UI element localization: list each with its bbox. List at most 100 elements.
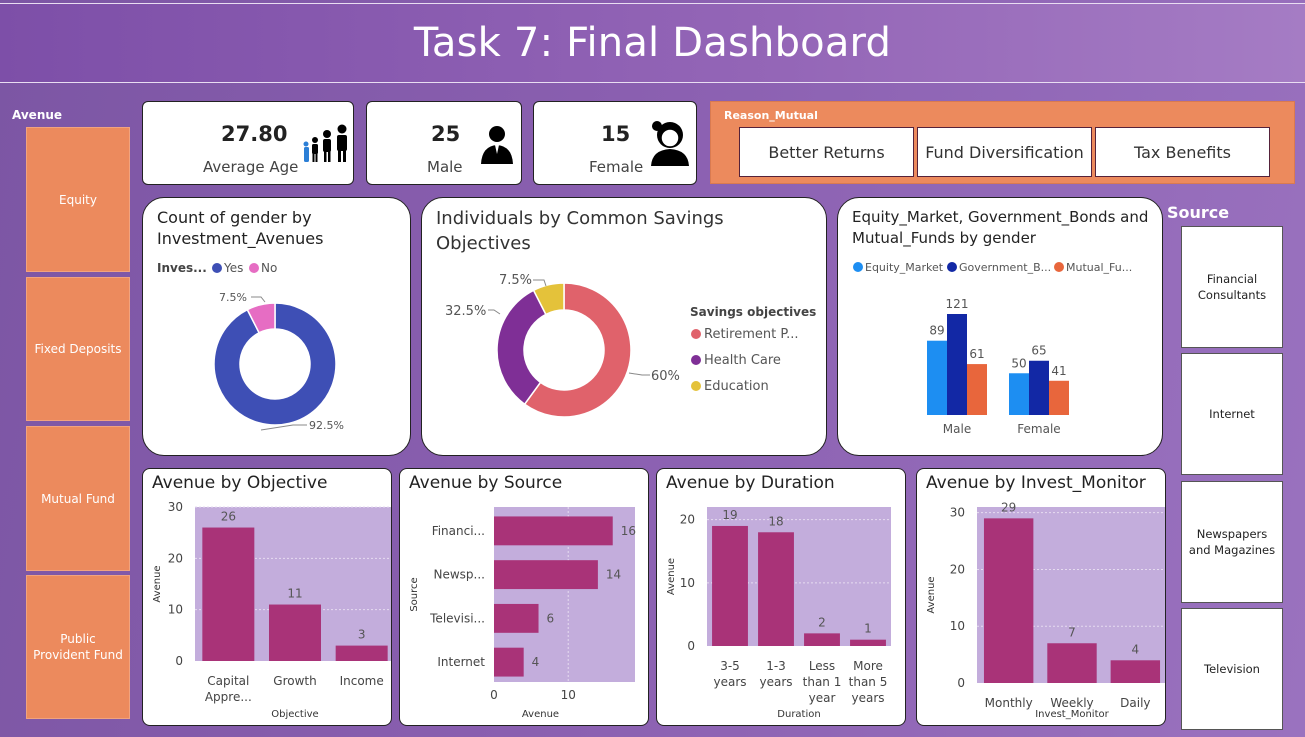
legend-title: Inves... [157, 261, 207, 275]
source-item-newspapers-and-magazines[interactable]: Newspapers and Magazines [1181, 481, 1283, 603]
data-label-education: 7.5% [499, 273, 532, 288]
bar-male-1[interactable] [947, 314, 967, 415]
data-label: 18 [768, 514, 783, 528]
bar-chart: 0 10 16 Financi... 14 Newsp... 6 Televisi... 4 In… [409, 507, 636, 720]
leader-line-no [251, 296, 266, 303]
avenue-slicer-label: Avenue [12, 108, 63, 122]
data-label-health: 32.5% [445, 304, 486, 319]
bar[interactable] [494, 560, 598, 590]
bar-male-2[interactable] [967, 364, 987, 415]
reason-fund-diversification[interactable]: Fund Diversification [917, 127, 1092, 177]
man-icon [481, 126, 513, 164]
bar[interactable] [1110, 660, 1161, 683]
bar-chart: 0 10 20 30 26 Capital Appre... 11 Growth 3 Income O… [152, 500, 391, 720]
y-tick-label: Televisi... [429, 611, 485, 625]
data-label-no: 7.5% [219, 291, 247, 304]
bar[interactable] [494, 647, 524, 677]
bar[interactable] [712, 525, 748, 646]
page-title: Task 7: Final Dashboard [413, 20, 892, 66]
bar-female-2[interactable] [1049, 380, 1069, 415]
y-axis-title: Source [409, 577, 420, 611]
avenue-item-fixed-deposits[interactable]: Fixed Deposits [26, 277, 130, 421]
bar[interactable] [202, 527, 255, 661]
avenue-item-equity[interactable]: Equity [26, 127, 130, 272]
bar-chart: 0 10 20 19 3-5 years 18 1-3 years 2 Less than 1 year… [666, 507, 891, 720]
x-tick-label: Income [340, 674, 384, 688]
legend-govt: Government_B... [959, 261, 1051, 274]
bar[interactable] [269, 604, 321, 661]
source-slicer-label: Source [1167, 203, 1230, 222]
y-tick-label: 0 [957, 676, 965, 690]
data-label: 50 [1011, 356, 1026, 370]
reason-better-returns[interactable]: Better Returns [739, 127, 914, 177]
bar-female-0[interactable] [1009, 373, 1029, 415]
y-axis-title: Avenue [152, 565, 163, 602]
data-label: 29 [1001, 500, 1016, 514]
data-label: 7 [1068, 625, 1076, 639]
bar[interactable] [758, 532, 794, 646]
y-tick-label: 0 [687, 639, 695, 653]
data-label: 6 [547, 611, 555, 625]
bar-chart: 0 10 20 30 29 Monthly 7 Weekly 4 Daily Invest_Moni… [926, 500, 1165, 720]
legend-dot-yes [212, 263, 222, 273]
donut-savings: 60% 32.5% 7.5% Savings objectives Retire… [445, 273, 816, 418]
bar[interactable] [983, 518, 1034, 683]
bar-male-0[interactable] [927, 340, 947, 415]
legend-dot-retirement [691, 329, 701, 339]
y-tick-label: Internet [437, 655, 485, 669]
y-tick-label: 30 [168, 500, 183, 514]
reason-tax-benefits[interactable]: Tax Benefits [1095, 127, 1270, 177]
y-tick-label: 20 [168, 551, 183, 565]
category-label: Male [943, 422, 971, 436]
data-label: 19 [722, 508, 737, 522]
avenue-item-public-provident-fund[interactable]: Public Provident Fund [26, 575, 130, 719]
legend-dot-equity [853, 262, 863, 272]
data-label: 4 [532, 655, 540, 669]
x-axis-title: Duration [777, 709, 820, 720]
donut-gender: Inves... Yes No 92.5% 7.5% [157, 261, 344, 432]
x-tick-label: Less than 1 year [803, 659, 842, 705]
legend-education: Education [704, 379, 769, 394]
family-icon [303, 124, 347, 162]
chart-avenue-monitor: Avenue by Invest_Monitor 0 10 20 30 29 Monthl… [916, 468, 1166, 726]
x-axis-title: Avenue [522, 709, 559, 720]
bar[interactable] [804, 633, 840, 646]
data-label: 61 [969, 347, 984, 361]
x-axis-title: Objective [271, 709, 318, 720]
data-label-retirement: 60% [651, 369, 680, 384]
y-tick-label: Newsp... [434, 568, 486, 582]
grouped-bar-chart: Equity_Market Government_B... Mutual_Fu.… [853, 261, 1132, 436]
chart-savings-objectives: Individuals by Common Savings Objectives… [421, 197, 827, 456]
reason-mutual-label: Reason_Mutual [724, 109, 818, 122]
y-axis-title: Avenue [926, 576, 937, 613]
source-item-internet[interactable]: Internet [1181, 353, 1283, 475]
data-label: 11 [287, 587, 302, 601]
bar[interactable] [850, 639, 886, 646]
kpi-male: 25 Male [366, 101, 522, 185]
reason-mutual-slicer: Reason_Mutual Better Returns Fund Divers… [710, 101, 1295, 184]
legend-mutual: Mutual_Fu... [1066, 261, 1132, 274]
y-tick-label: 20 [680, 513, 695, 527]
bar[interactable] [1047, 643, 1097, 683]
bar[interactable] [494, 516, 613, 546]
legend-yes: Yes [223, 261, 243, 275]
y-tick-label: 20 [950, 562, 965, 576]
kpi-male-label: Male [427, 158, 463, 176]
x-tick-label: 0 [490, 688, 498, 702]
data-label-yes: 92.5% [309, 419, 344, 432]
bar[interactable] [335, 645, 388, 661]
x-tick-label: 10 [561, 688, 576, 702]
kpi-female: 15 Female [533, 101, 697, 185]
data-label: 26 [221, 510, 236, 524]
chart-instruments-gender: Equity_Market, Government_Bonds and Mutu… [837, 197, 1163, 456]
x-tick-label: Daily [1120, 696, 1150, 710]
bar[interactable] [494, 603, 539, 633]
x-tick-label: 1-3 years [759, 659, 792, 689]
source-item-television[interactable]: Television [1181, 608, 1283, 730]
bar-female-1[interactable] [1029, 360, 1049, 415]
avenue-item-mutual-fund[interactable]: Mutual Fund [26, 426, 130, 571]
data-label: 89 [929, 324, 944, 338]
y-tick-label: 10 [168, 603, 183, 617]
source-item-financial-consultants[interactable]: Financial Consultants [1181, 226, 1283, 348]
leader-line-education [533, 279, 547, 287]
